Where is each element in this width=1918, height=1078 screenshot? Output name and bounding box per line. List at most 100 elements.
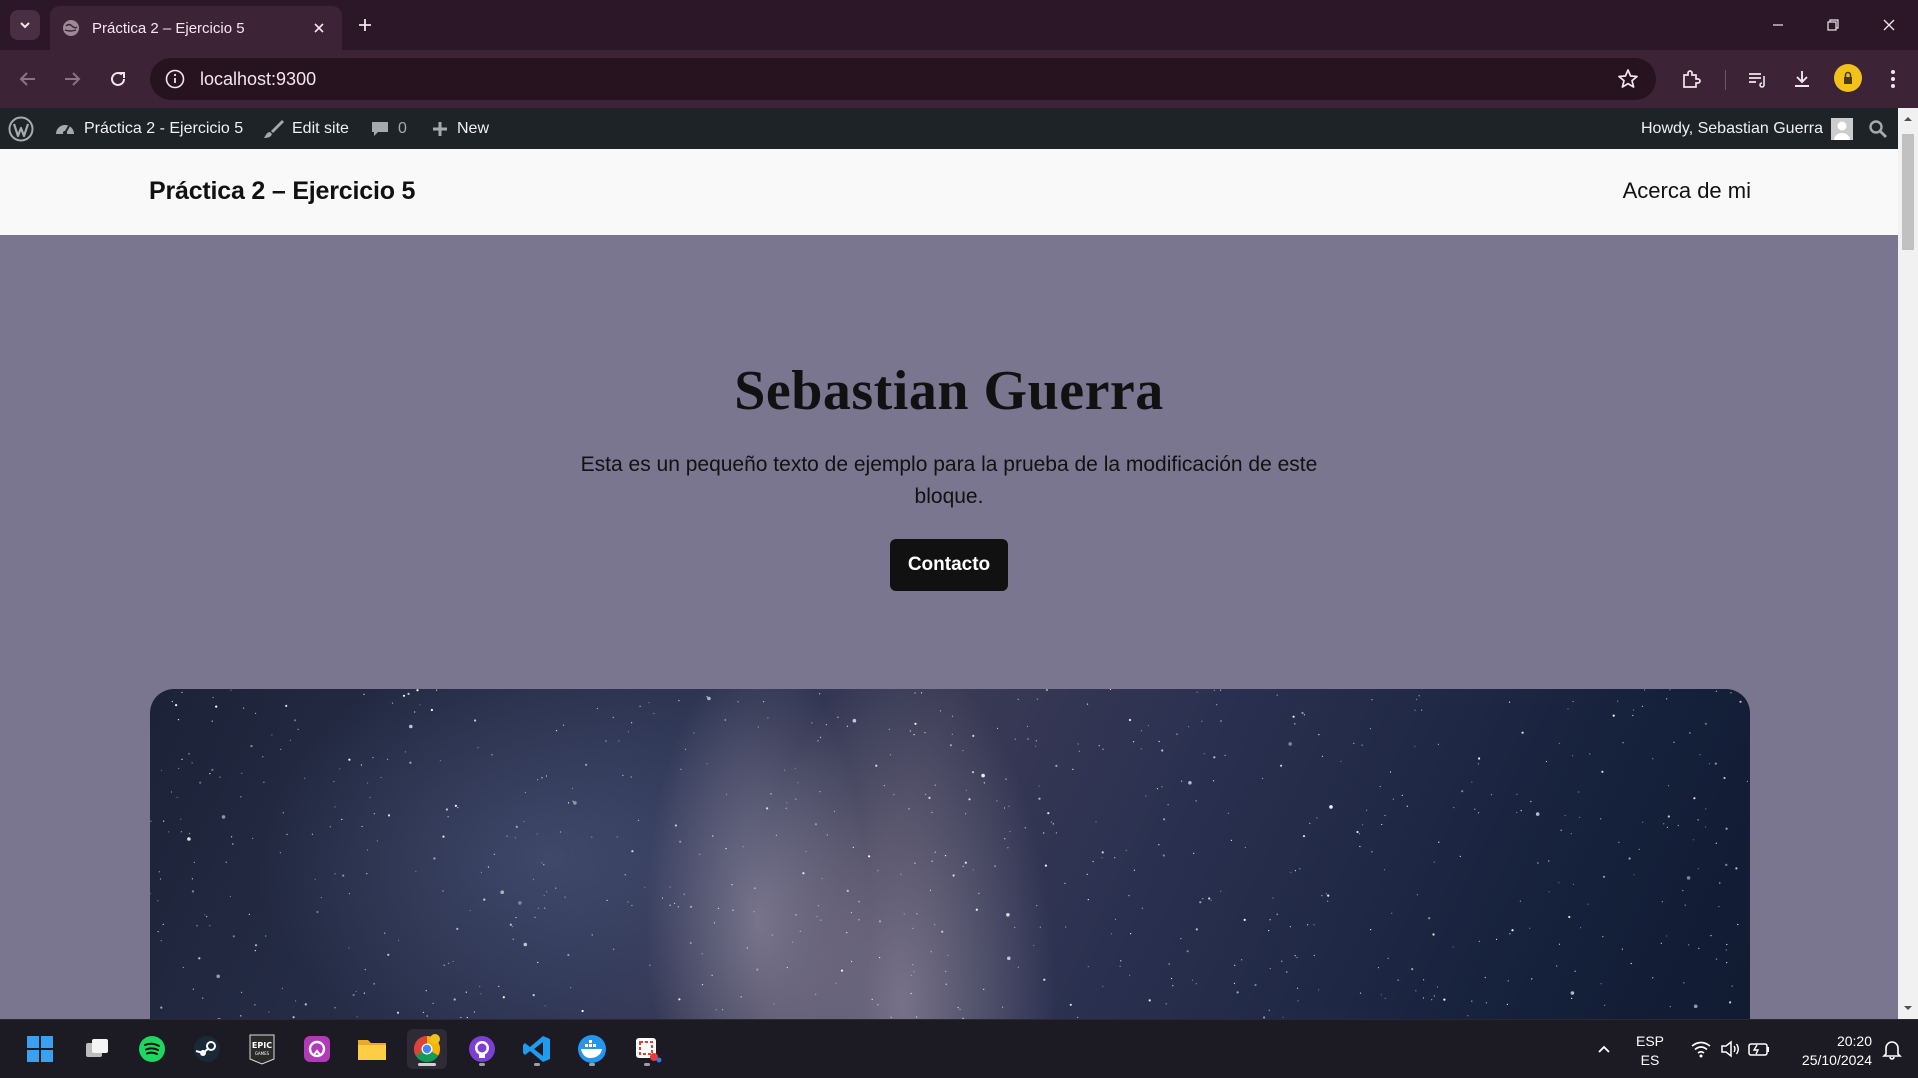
reload-button[interactable] [103,64,133,94]
wp-new-content-menu[interactable]: New [431,108,489,149]
downloads-button[interactable] [1787,64,1817,94]
star [677,906,679,908]
language-indicator[interactable]: ESP ES [1628,1032,1672,1070]
clock[interactable]: 20:20 25/10/2024 [1786,1032,1872,1070]
minimize-button[interactable] [1763,10,1793,40]
star [1128,718,1132,722]
star [1422,997,1424,999]
taskbar-snipping-tool[interactable] [627,1029,667,1069]
taskbar-github-desktop[interactable] [462,1029,502,1069]
browser-tab-active[interactable]: Práctica 2 – Ejercicio 5 [50,6,342,50]
star [1171,977,1173,980]
tab-search-button[interactable] [10,10,40,40]
browser-menu-button[interactable] [1878,64,1908,94]
scroll-down-icon[interactable] [1903,1003,1913,1013]
star [1508,701,1511,703]
star [877,870,879,872]
taskbar-file-explorer[interactable] [352,1029,392,1069]
star [1433,995,1435,997]
star [320,896,322,899]
star [1087,966,1089,968]
star [1035,745,1037,747]
star [487,866,489,868]
tab-close-button[interactable] [308,17,330,39]
star [480,871,482,874]
task-view-button[interactable] [77,1029,117,1069]
bookmark-star-icon[interactable] [1616,67,1640,91]
site-title[interactable]: Práctica 2 – Ejercicio 5 [149,177,415,206]
star [1665,935,1668,937]
wp-my-account-menu[interactable]: Howdy, Sebastian Guerra [1641,108,1854,149]
star [606,899,608,901]
star [1380,994,1382,996]
wp-logo-menu[interactable] [8,108,42,149]
globe-icon [63,20,79,36]
page-viewport: Práctica 2 – Ejercicio 5 Acerca de mi Se… [0,149,1898,1019]
star [537,961,539,964]
star [1110,933,1113,935]
star [498,985,500,987]
scrollbar-thumb[interactable] [1902,134,1914,250]
star [1391,912,1393,914]
star [1478,940,1480,942]
star [715,1009,717,1011]
star [797,782,799,784]
star [846,932,848,934]
minimize-icon [1773,24,1783,26]
contact-button[interactable]: Contacto [890,539,1008,591]
star [1065,926,1067,928]
star [631,722,633,724]
restore-button[interactable] [1818,10,1848,40]
taskbar-docker[interactable] [572,1029,612,1069]
dashboard-icon [56,124,74,135]
running-indicator [479,1063,485,1066]
star [442,835,445,838]
new-tab-button[interactable] [352,12,378,38]
star [329,826,331,828]
wp-site-name-menu[interactable]: Práctica 2 - Ejercicio 5 [54,108,243,149]
start-button[interactable] [20,1029,60,1069]
taskbar-vscode[interactable] [517,1029,557,1069]
profile-avatar-button[interactable] [1834,64,1862,92]
star [562,724,565,726]
wp-comments-link[interactable]: 0 [370,108,407,149]
quick-settings-button[interactable] [1678,1029,1782,1069]
star [1604,1004,1606,1006]
nav-link-acerca[interactable]: Acerca de mi [1623,178,1751,204]
star [1506,1003,1508,1005]
taskbar-steam[interactable] [187,1029,227,1069]
back-button[interactable] [13,64,43,94]
star [957,1007,959,1009]
star [724,719,726,721]
star [1431,999,1433,1001]
star [231,836,233,838]
media-controls-button[interactable] [1742,64,1772,94]
page-scrollbar[interactable] [1898,108,1918,1019]
forward-button[interactable] [57,64,87,94]
site-info-icon[interactable] [164,68,186,90]
wp-edit-site-link[interactable]: Edit site [262,108,349,149]
star [1052,823,1054,825]
chevron-up-icon [1598,1045,1610,1053]
tray-overflow-button[interactable] [1584,1029,1624,1069]
taskbar-aura-app[interactable] [297,1029,337,1069]
notifications-button[interactable] [1872,1029,1912,1069]
wp-search-button[interactable] [1868,108,1896,149]
star [163,820,165,822]
scroll-up-icon[interactable] [1903,114,1913,124]
address-bar[interactable]: localhost:9300 [150,58,1656,100]
taskbar-spotify[interactable] [132,1029,172,1069]
taskbar-epic-games[interactable]: EPIC GAMES [242,1029,282,1069]
star [850,912,853,914]
star [851,960,853,963]
extensions-button[interactable] [1676,64,1706,94]
close-window-button[interactable] [1874,10,1904,40]
star [1708,763,1710,765]
star [1572,883,1574,885]
star [483,898,486,901]
star [951,715,954,717]
star [1600,983,1602,985]
star [532,878,535,880]
star [355,990,357,992]
taskbar-chrome[interactable] [407,1029,447,1069]
